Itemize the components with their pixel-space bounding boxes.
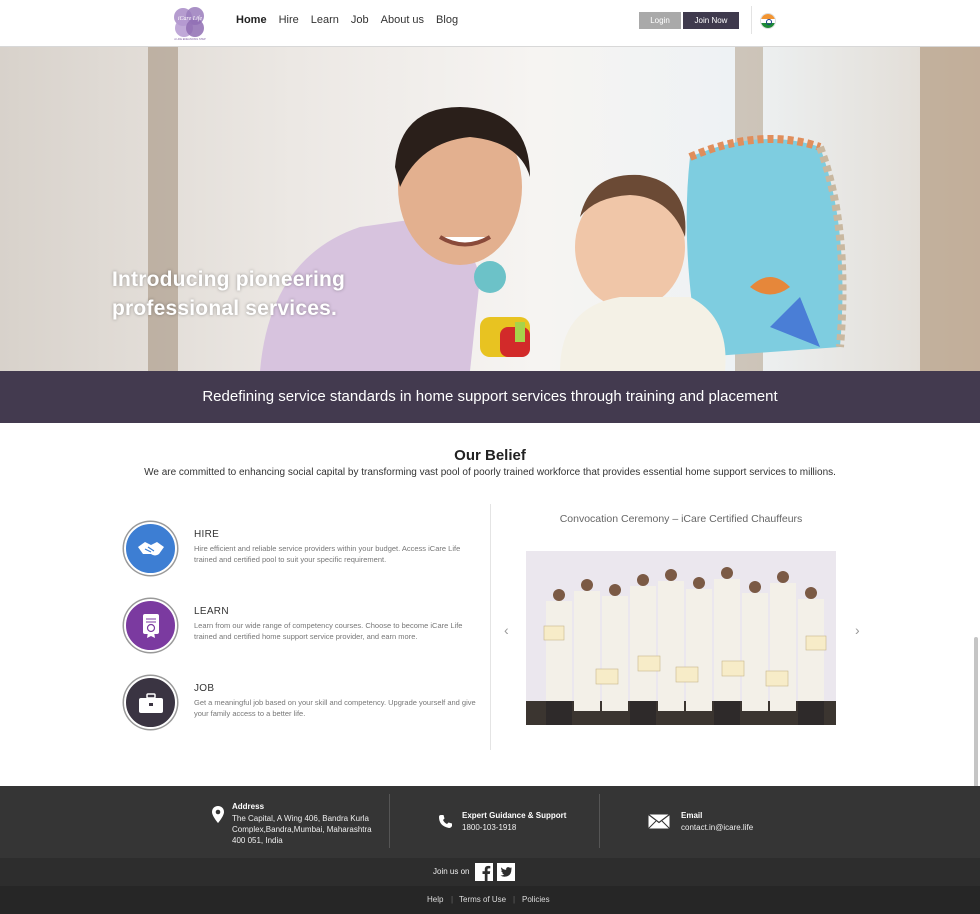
location-pin-icon	[212, 806, 224, 828]
feature-hire-title: HIRE	[194, 529, 220, 540]
support-title: Expert Guidance & Support	[462, 811, 567, 820]
site-header: iCare Life A LIFE ENHANCING STEP Home Hi…	[0, 0, 980, 47]
belief-statement: We are committed to enhancing social cap…	[144, 467, 836, 478]
logo-wordmark: iCare Life	[178, 15, 203, 22]
join-now-button[interactable]: Join Now	[683, 12, 739, 29]
hero-headline-line1: Introducing pioneering	[112, 268, 346, 291]
gallery-next-arrow[interactable]: ›	[855, 622, 860, 638]
feature-hire[interactable]: HIRE Hire efficient and reliable service…	[124, 522, 484, 578]
address-line: The Capital, A Wing 406, Bandra Kurla	[232, 814, 369, 823]
footer-support: Expert Guidance & Support 1800-103-1918	[438, 786, 588, 858]
footer-links: Help | Terms of Use | Policies	[0, 886, 980, 914]
nav-home[interactable]: Home	[236, 14, 267, 26]
address-line: 400 051, India	[232, 836, 283, 845]
feature-job-desc: Get a meaningful job based on your skill…	[194, 698, 476, 718]
twitter-icon[interactable]	[497, 863, 515, 886]
feature-learn-title: LEARN	[194, 606, 229, 617]
hero-banner: Introducing pioneering professional serv…	[0, 47, 980, 371]
header-divider	[751, 6, 752, 34]
gallery-prev-arrow[interactable]: ‹	[504, 622, 509, 638]
icare-logo[interactable]: iCare Life A LIFE ENHANCING STEP	[172, 5, 208, 42]
hero-headline: Introducing pioneering professional serv…	[112, 265, 345, 323]
email-title: Email	[681, 811, 703, 820]
logo-tagline: A LIFE ENHANCING STEP	[174, 37, 206, 41]
nav-job[interactable]: Job	[351, 14, 369, 26]
main-nav: Home Hire Learn Job About us Blog	[236, 14, 470, 26]
briefcase-icon	[124, 676, 177, 729]
address-text: The Capital, A Wing 406, Bandra Kurla Co…	[232, 813, 382, 846]
nav-learn[interactable]: Learn	[311, 14, 339, 26]
india-flag-icon[interactable]	[760, 13, 776, 29]
join-us-label: Join us on	[433, 867, 470, 876]
address-line: Complex,Bandra,Mumbai, Maharashtra	[232, 825, 372, 834]
nav-blog[interactable]: Blog	[436, 14, 458, 26]
footer-divider	[389, 794, 390, 848]
feature-learn-desc: Learn from our wide range of competency …	[194, 621, 463, 641]
section-divider	[490, 504, 491, 750]
address-title: Address	[232, 802, 265, 811]
link-separator: |	[513, 895, 516, 904]
gallery-caption: Convocation Ceremony – iCare Certified C…	[559, 513, 803, 525]
certificate-icon	[124, 599, 177, 652]
social-bar: Join us on	[0, 858, 980, 886]
footer-divider	[599, 794, 600, 848]
phone-icon	[438, 814, 453, 834]
convocation-photo	[526, 551, 836, 725]
handshake-icon	[124, 522, 177, 575]
belief-heading: Our Belief	[454, 447, 526, 464]
envelope-icon	[648, 814, 670, 834]
feature-job-title: JOB	[194, 683, 215, 694]
feature-hire-desc: Hire efficient and reliable service prov…	[194, 544, 461, 564]
nav-about-us[interactable]: About us	[381, 14, 424, 26]
login-button[interactable]: Login	[639, 12, 681, 29]
hero-headline-line2: professional services.	[112, 297, 338, 320]
footer-email: Email contact.in@icare.life	[648, 786, 798, 858]
tagline-band: Redefining service standards in home sup…	[0, 371, 980, 423]
email-address[interactable]: contact.in@icare.life	[681, 822, 753, 833]
policies-link[interactable]: Policies	[522, 895, 550, 904]
nav-hire[interactable]: Hire	[279, 14, 299, 26]
link-separator: |	[451, 895, 454, 904]
page-scrollbar[interactable]	[974, 637, 978, 797]
terms-of-use-link[interactable]: Terms of Use	[459, 895, 506, 904]
footer-address: Address The Capital, A Wing 406, Bandra …	[212, 786, 382, 858]
tagline-text: Redefining service standards in home sup…	[202, 388, 778, 405]
facebook-icon[interactable]	[475, 863, 493, 886]
footer-contact: Address The Capital, A Wing 406, Bandra …	[0, 786, 980, 858]
help-link[interactable]: Help	[427, 895, 443, 904]
feature-job[interactable]: JOB Get a meaningful job based on your s…	[124, 676, 484, 732]
feature-learn[interactable]: LEARN Learn from our wide range of compe…	[124, 599, 484, 655]
support-phone[interactable]: 1800-103-1918	[462, 822, 516, 833]
